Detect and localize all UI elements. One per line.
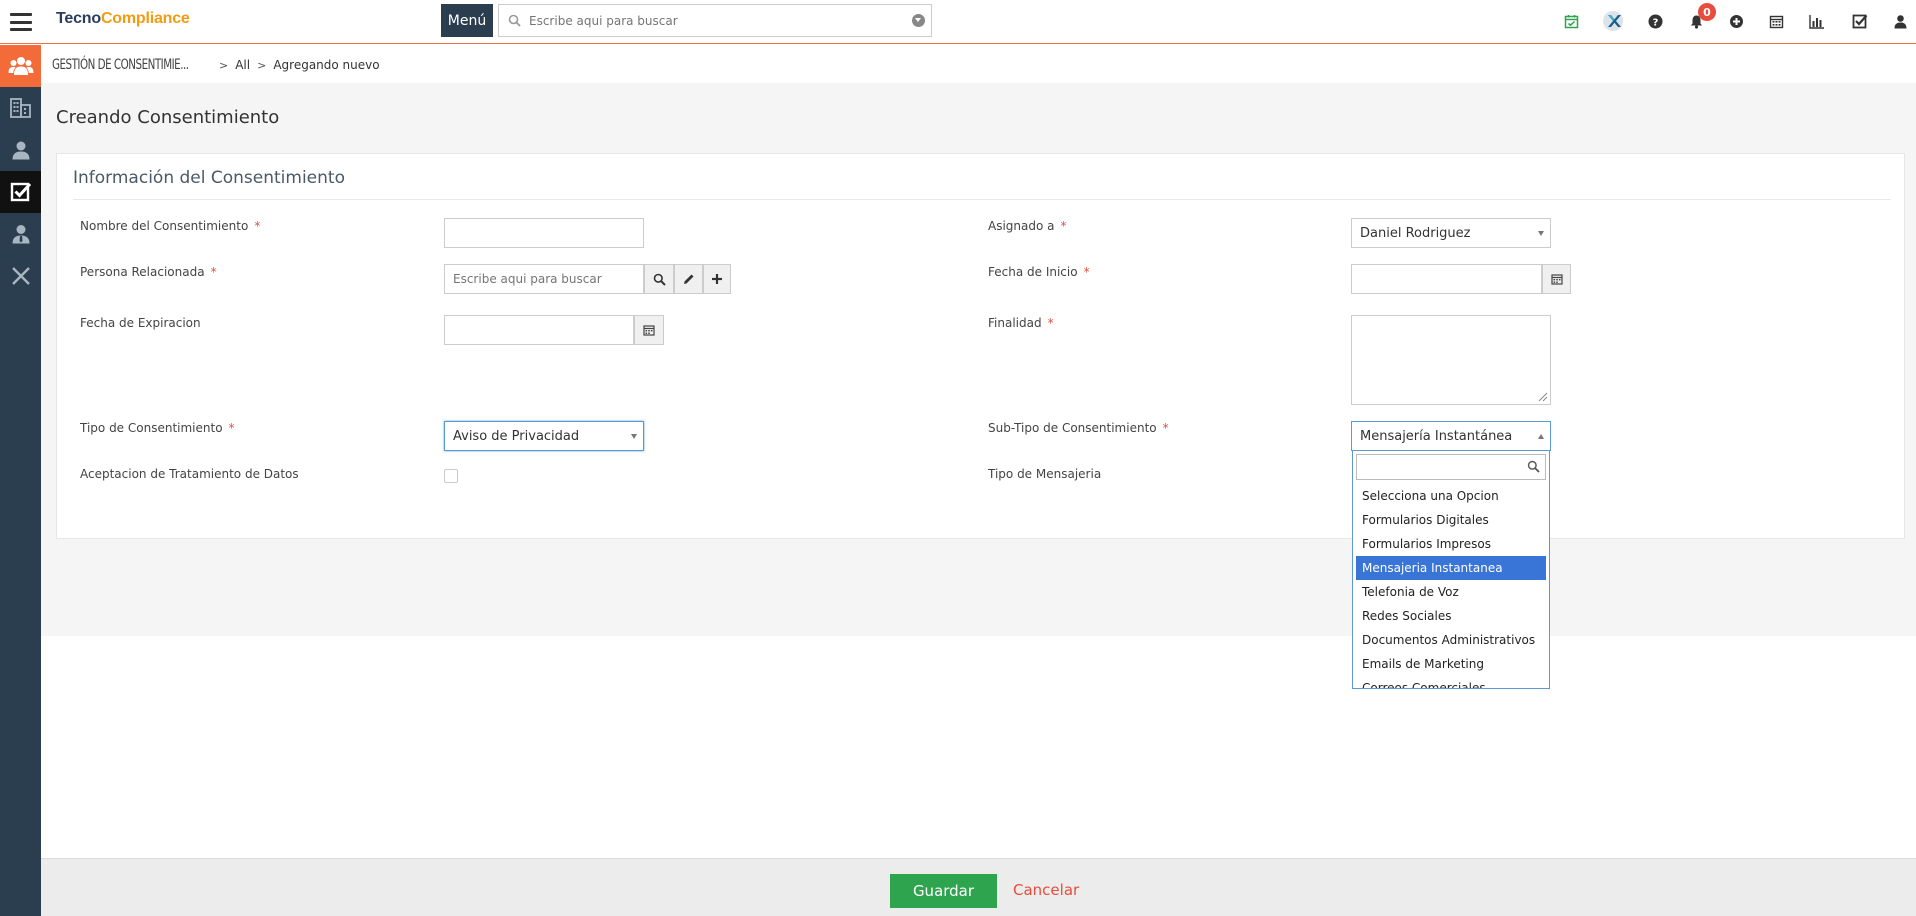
user-icon[interactable]: [1889, 10, 1911, 32]
expiracion-calendar-button[interactable]: [634, 315, 664, 345]
dropdown-option[interactable]: Telefonia de Voz: [1356, 580, 1546, 604]
subtipo-select[interactable]: Mensajería Instantánea: [1351, 421, 1551, 451]
logo-text-part2: Compliance: [100, 10, 190, 27]
expiracion-date-field[interactable]: [444, 315, 634, 345]
chevron-down-icon: [631, 434, 637, 439]
search-icon: [1527, 460, 1540, 477]
dropdown-option[interactable]: Formularios Impresos: [1356, 532, 1546, 556]
notification-badge: 0: [1698, 3, 1716, 21]
breadcrumb: GESTIÓN DE CONSENTIMIE... > All > Agrega…: [52, 55, 380, 75]
bottom-action-bar: Guardar Cancelar: [41, 858, 1916, 916]
persona-search-field[interactable]: [444, 264, 644, 294]
finalidad-textarea[interactable]: [1351, 315, 1551, 405]
main-content: GESTIÓN DE CONSENTIMIE... > All > Agrega…: [41, 45, 1916, 916]
mensajeria-label: Tipo de Mensajeria: [988, 467, 1102, 481]
nombre-input[interactable]: [445, 219, 643, 247]
logo[interactable]: TecnoCompliance: [56, 10, 190, 28]
chevron-down-icon: [1538, 231, 1544, 236]
divider: [73, 199, 1891, 200]
inicio-label: Fecha de Inicio *: [988, 265, 1090, 279]
close-icon[interactable]: [0, 255, 41, 297]
tipo-select-value: Aviso de Privacidad: [453, 428, 580, 444]
tipo-select[interactable]: Aviso de Privacidad: [444, 421, 644, 451]
tipo-label: Tipo de Consentimiento *: [80, 421, 235, 435]
calendar-icon[interactable]: [1765, 10, 1787, 32]
inicio-calendar-button[interactable]: [1542, 264, 1571, 294]
menu-button[interactable]: Menú: [441, 4, 493, 37]
hamburger-menu-icon[interactable]: [0, 0, 41, 44]
expiracion-label: Fecha de Expiracion: [80, 316, 201, 330]
inicio-date-field[interactable]: [1351, 264, 1542, 294]
dropdown-option[interactable]: Selecciona una Opcion: [1356, 484, 1546, 508]
nombre-label: Nombre del Consentimiento *: [80, 219, 261, 233]
dropdown-search-field[interactable]: [1356, 454, 1546, 480]
chevron-right-icon: >: [219, 58, 229, 72]
persona-label: Persona Relacionada *: [80, 265, 217, 279]
logo-text-part1: Tecno: [56, 10, 101, 27]
asignado-label: Asignado a *: [988, 219, 1067, 233]
aceptacion-label: Aceptacion de Tratamiento de Datos: [80, 467, 299, 481]
search-icon: [653, 273, 666, 286]
chevron-right-icon: >: [257, 58, 267, 72]
subtipo-dropdown: Selecciona una Opcion Formularios Digita…: [1352, 451, 1550, 689]
persona-search-input[interactable]: [445, 265, 643, 293]
nombre-field[interactable]: [444, 218, 644, 248]
finalidad-label: Finalidad *: [988, 316, 1054, 330]
page-title: Creando Consentimiento: [56, 107, 280, 128]
inicio-date-input[interactable]: [1352, 265, 1541, 293]
subtipo-select-value: Mensajería Instantánea: [1360, 428, 1513, 444]
resize-handle-icon[interactable]: [1538, 392, 1548, 402]
add-button[interactable]: [703, 264, 731, 294]
calendar-icon: [1550, 274, 1563, 285]
dropdown-option[interactable]: Documentos Administrativos: [1356, 628, 1546, 652]
breadcrumb-module-link[interactable]: GESTIÓN DE CONSENTIMIE...: [52, 57, 189, 73]
panel-title: Información del Consentimiento: [73, 168, 345, 188]
x-logo-icon[interactable]: [1602, 10, 1624, 32]
save-button[interactable]: Guardar: [890, 874, 997, 908]
search-button[interactable]: [644, 264, 674, 294]
person-tie-icon[interactable]: [0, 213, 41, 255]
consent-panel: Información del Consentimiento: [56, 153, 1905, 539]
chevron-up-icon: [1538, 434, 1544, 439]
breadcrumb-all-link[interactable]: All: [235, 58, 250, 72]
dropdown-option-selected[interactable]: Mensajeria Instantanea: [1356, 556, 1546, 580]
breadcrumb-current: Agregando nuevo: [273, 58, 380, 72]
buildings-icon[interactable]: [0, 87, 41, 129]
plus-icon: [712, 274, 722, 284]
checkbox-icon[interactable]: [0, 171, 41, 213]
top-bar: TecnoCompliance Menú ? 0: [0, 0, 1916, 44]
help-icon[interactable]: ?: [1644, 10, 1666, 32]
pencil-icon: [683, 274, 693, 284]
asignado-select[interactable]: Daniel Rodriguez: [1351, 218, 1551, 248]
aceptacion-checkbox[interactable]: [444, 469, 458, 483]
dropdown-option[interactable]: Formularios Digitales: [1356, 508, 1546, 532]
global-search[interactable]: [498, 4, 932, 37]
plus-circle-icon[interactable]: [1725, 10, 1747, 32]
svg-text:?: ?: [1652, 17, 1658, 28]
dropdown-option[interactable]: Correos Comerciales: [1356, 676, 1546, 688]
calendar-icon: [643, 325, 655, 336]
users-group-icon[interactable]: [0, 45, 41, 87]
asignado-select-value: Daniel Rodriguez: [1360, 225, 1471, 241]
sidebar: [0, 45, 41, 916]
bar-chart-icon[interactable]: [1806, 10, 1828, 32]
cancel-link[interactable]: Cancelar: [1013, 881, 1079, 899]
dropdown-options: Selecciona una Opcion Formularios Digita…: [1356, 484, 1546, 688]
subtipo-label: Sub-Tipo de Consentimiento *: [988, 421, 1169, 435]
calendar-check-icon[interactable]: [1560, 10, 1582, 32]
checkbox-icon[interactable]: [1849, 10, 1871, 32]
search-dropdown-icon[interactable]: [905, 14, 931, 27]
expiracion-date-input[interactable]: [445, 316, 633, 344]
global-search-input[interactable]: [529, 13, 905, 28]
dropdown-option[interactable]: Emails de Marketing: [1356, 652, 1546, 676]
dropdown-option[interactable]: Redes Sociales: [1356, 604, 1546, 628]
person-icon[interactable]: [0, 129, 41, 171]
search-icon: [499, 14, 529, 27]
edit-button[interactable]: [674, 264, 703, 294]
